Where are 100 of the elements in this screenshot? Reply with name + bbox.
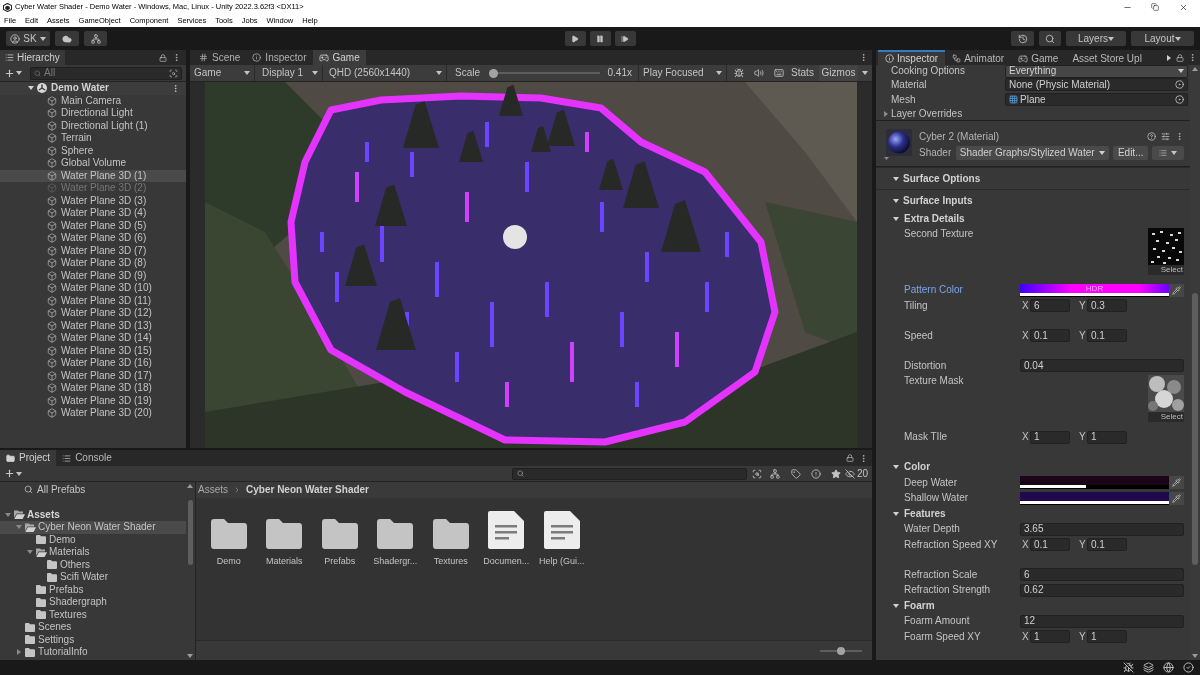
folder-tree-item[interactable]: Assets: [0, 508, 186, 521]
sliders-icon[interactable]: [1161, 132, 1170, 141]
hierarchy-tab[interactable]: Hierarchy: [0, 50, 65, 65]
cooking-options-dropdown[interactable]: Everything: [1005, 65, 1188, 78]
vertical-dots-icon[interactable]: [859, 453, 868, 463]
bug-crossed-icon[interactable]: [1123, 662, 1134, 673]
select-button[interactable]: Select: [1148, 264, 1184, 275]
number-field[interactable]: 3.65: [1020, 522, 1184, 536]
asset-item[interactable]: Textures: [423, 511, 479, 567]
icon-size-slider[interactable]: [820, 646, 862, 655]
layers-dropdown[interactable]: Layers: [1066, 31, 1126, 46]
hierarchy-item[interactable]: Water Plane 3D (6): [0, 232, 186, 245]
scene-header[interactable]: Demo Water: [0, 82, 186, 95]
hierarchy-item[interactable]: Water Plane 3D (5): [0, 219, 186, 232]
section-header[interactable]: Surface Inputs: [876, 189, 1190, 211]
hierarchy-item[interactable]: Sphere: [0, 144, 186, 157]
triangle-down-icon[interactable]: [28, 86, 34, 91]
lock-icon[interactable]: [1176, 53, 1184, 62]
play-mode-dropdown[interactable]: Play Focused: [638, 65, 727, 81]
vertical-dots-icon[interactable]: [1175, 132, 1184, 141]
shader-dropdown[interactable]: Shader Graphs/Stylized Water: [955, 145, 1110, 160]
play-button[interactable]: [564, 31, 586, 46]
scrollbar-thumb[interactable]: [1192, 293, 1198, 565]
number-field[interactable]: 0.1: [1087, 329, 1127, 343]
number-field[interactable]: 1: [1030, 630, 1070, 644]
hierarchy-item[interactable]: Water Plane 3D (10): [0, 282, 186, 295]
triangle-down-icon[interactable]: [27, 550, 33, 555]
favorites-item[interactable]: All Prefabs: [0, 483, 186, 496]
select-button[interactable]: Select: [1148, 411, 1184, 422]
hierarchy-item[interactable]: Water Plane 3D (8): [0, 257, 186, 270]
panel-tab[interactable]: Game: [1011, 50, 1066, 65]
color-field[interactable]: [1020, 476, 1169, 490]
asset-item[interactable]: Shadergr...: [367, 511, 423, 567]
folder-tree-item[interactable]: Shadergraph: [0, 596, 186, 609]
restore-icon[interactable]: [1151, 3, 1159, 11]
folder-tree-item[interactable]: Textures: [0, 608, 186, 621]
asset-item[interactable]: Demo: [201, 511, 257, 567]
scale-slider[interactable]: [489, 68, 600, 78]
gizmos-button[interactable]: Gizmos: [819, 65, 858, 81]
number-field[interactable]: 0.1: [1087, 538, 1127, 552]
add-button[interactable]: [4, 468, 22, 479]
folder-tree-item[interactable]: Materials: [0, 546, 186, 559]
number-field[interactable]: 1: [1030, 430, 1070, 444]
triangle-down-icon[interactable]: [5, 512, 11, 517]
panel-tab[interactable]: Game: [312, 50, 366, 65]
number-field[interactable]: 0.1: [1030, 329, 1070, 343]
tag-icon[interactable]: [790, 468, 801, 479]
panel-tab[interactable]: Scene: [193, 50, 247, 65]
star-icon[interactable]: [830, 468, 841, 479]
node-tree-icon[interactable]: [769, 468, 780, 479]
hierarchy-item[interactable]: Main Camera: [0, 94, 186, 107]
panel-tab[interactable]: Animator: [945, 50, 1012, 65]
pause-button[interactable]: [589, 31, 611, 46]
number-field[interactable]: 0.1: [1030, 538, 1070, 552]
hierarchy-item[interactable]: Water Plane 3D (7): [0, 244, 186, 257]
lock-icon[interactable]: [846, 454, 854, 462]
object-field[interactable]: Plane: [1005, 93, 1188, 106]
number-field[interactable]: 12: [1020, 614, 1184, 628]
vertical-dots-icon[interactable]: [171, 83, 180, 93]
triangle-down-icon[interactable]: [893, 176, 899, 181]
hierarchy-item[interactable]: Directional Light: [0, 107, 186, 120]
hierarchy-item[interactable]: Water Plane 3D (9): [0, 269, 186, 282]
folder-tree-item[interactable]: TutorialInfo: [0, 646, 186, 659]
foldout-header[interactable]: Layer Overrides: [876, 107, 1190, 120]
triangle-down-icon[interactable]: [893, 465, 899, 470]
breadcrumb-link[interactable]: Assets: [198, 484, 228, 496]
list-menu-button[interactable]: [1152, 145, 1184, 160]
vertical-dots-icon[interactable]: [1188, 53, 1197, 62]
scan-search-icon[interactable]: [751, 468, 762, 479]
slider-thumb[interactable]: [837, 646, 845, 655]
triangle-down-icon[interactable]: [893, 198, 899, 203]
hierarchy-item[interactable]: Water Plane 3D (11): [0, 294, 186, 307]
panel-tab[interactable]: Inspector: [878, 50, 946, 65]
step-button[interactable]: [614, 31, 636, 46]
help-icon[interactable]: [1147, 132, 1156, 141]
hidden-packages-toggle[interactable]: 20: [844, 467, 868, 480]
foldout-header[interactable]: Extra Details: [876, 211, 1190, 227]
scan-search-icon[interactable]: [169, 68, 178, 78]
folder-tree-item[interactable]: Demo: [0, 533, 186, 546]
hierarchy-item[interactable]: Water Plane 3D (4): [0, 207, 186, 220]
history-button[interactable]: [1011, 31, 1034, 46]
lock-icon[interactable]: [159, 53, 167, 62]
edit-button[interactable]: Edit...: [1113, 145, 1149, 160]
search-field[interactable]: [511, 467, 747, 480]
stats-button[interactable]: Stats: [788, 65, 817, 81]
vertical-dots-icon[interactable]: [172, 53, 181, 62]
foldout-header[interactable]: Foarm: [876, 598, 1190, 614]
stack-icon[interactable]: [1143, 662, 1154, 673]
folder-tree-item[interactable]: Settings: [0, 633, 186, 646]
hierarchy-item[interactable]: Global Volume: [0, 157, 186, 170]
number-field[interactable]: 1: [1087, 430, 1127, 444]
vertical-dots-icon[interactable]: [859, 53, 868, 62]
hierarchy-item[interactable]: Water Plane 3D (1): [0, 169, 186, 182]
hierarchy-item[interactable]: Water Plane 3D (17): [0, 369, 186, 382]
number-field[interactable]: 6: [1030, 299, 1070, 313]
object-field[interactable]: None (Physic Material): [1005, 78, 1188, 91]
folder-tree-item[interactable]: Prefabs: [0, 583, 186, 596]
triangle-down-icon[interactable]: [893, 216, 899, 221]
foldout-header[interactable]: Features: [876, 506, 1190, 522]
panel-tab[interactable]: Inspector: [246, 50, 313, 65]
